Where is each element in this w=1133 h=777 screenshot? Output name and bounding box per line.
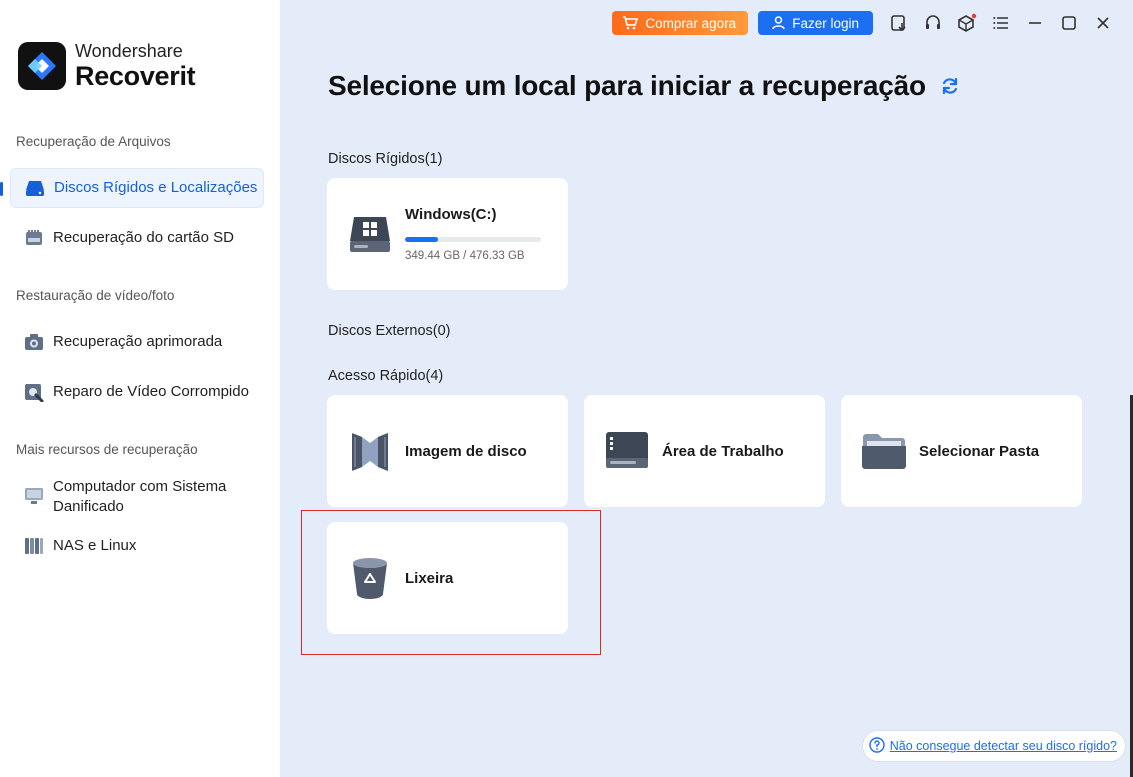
- main-panel: Comprar agora Fazer login Selecione um l…: [280, 0, 1133, 777]
- video-repair-icon: [24, 382, 44, 402]
- title-bar-controls: Comprar agora Fazer login: [612, 11, 1115, 35]
- recoverit-logo-icon: [18, 42, 66, 90]
- folder-icon: [861, 428, 907, 474]
- sd-card-icon: [24, 228, 44, 248]
- disk-image-icon: [347, 428, 393, 474]
- quick-card-recycle-bin[interactable]: Lixeira: [327, 522, 568, 634]
- recycle-bin-icon: [347, 555, 393, 601]
- section-title-more-features: Mais recursos de recuperação: [16, 442, 198, 457]
- sidebar-item-nas-linux[interactable]: NAS e Linux: [10, 526, 264, 566]
- menu-icon[interactable]: [989, 11, 1013, 35]
- desktop-icon: [604, 428, 650, 474]
- download-icon[interactable]: [887, 11, 911, 35]
- login-label: Fazer login: [792, 15, 859, 31]
- quick-card-select-folder[interactable]: Selecionar Pasta: [841, 395, 1082, 507]
- app-logo: Wondershare Recoverit: [18, 41, 196, 91]
- sidebar-item-hard-drives[interactable]: Discos Rígidos e Localizações: [10, 168, 264, 208]
- page-title-text: Selecione um local para iniciar a recupe…: [328, 70, 926, 101]
- section-title-video-photo: Restauração de vídeo/foto: [16, 288, 175, 303]
- sidebar-item-label: Computador com Sistema Danificado: [53, 478, 227, 515]
- quick-card-label: Área de Trabalho: [662, 442, 784, 460]
- sidebar-item-enhanced-recovery[interactable]: Recuperação aprimorada: [10, 322, 264, 362]
- hard-drive-icon: [25, 178, 45, 198]
- sidebar-item-label: Discos Rígidos e Localizações: [54, 179, 258, 196]
- buy-now-label: Comprar agora: [645, 15, 737, 31]
- section-title-file-recovery: Recuperação de Arquivos: [16, 134, 171, 149]
- sidebar-item-video-repair[interactable]: Reparo de Vídeo Corrompido: [10, 372, 264, 412]
- quick-card-desktop[interactable]: Área de Trabalho: [584, 395, 825, 507]
- quick-card-disk-image[interactable]: Imagem de disco: [327, 395, 568, 507]
- windows-drive-icon: [347, 211, 393, 257]
- sidebar: Wondershare Recoverit Recuperação de Arq…: [0, 0, 280, 777]
- active-indicator: [0, 182, 3, 196]
- disk-card-windows-c[interactable]: Windows(C:) 349.44 GB / 476.33 GB: [327, 178, 568, 290]
- group-label-quick-access: Acesso Rápido(4): [328, 368, 444, 384]
- page-title: Selecione um local para iniciar a recupe…: [328, 70, 960, 102]
- sidebar-item-label: Recuperação do cartão SD: [53, 229, 234, 246]
- sidebar-item-label: Reparo de Vídeo Corrompido: [53, 383, 249, 400]
- refresh-icon[interactable]: [940, 76, 960, 96]
- minimize-icon[interactable]: [1023, 11, 1047, 35]
- group-label-external-disks: Discos Externos(0): [328, 323, 451, 339]
- close-icon[interactable]: [1091, 11, 1115, 35]
- help-link-text: Não consegue detectar seu disco rígido?: [889, 739, 1117, 753]
- disk-size: 349.44 GB / 476.33 GB: [405, 250, 525, 262]
- nas-icon: [24, 536, 44, 556]
- sidebar-item-label: NAS e Linux: [53, 537, 137, 554]
- headset-icon[interactable]: [921, 11, 945, 35]
- help-link[interactable]: Não consegue detectar seu disco rígido?: [862, 731, 1125, 761]
- sidebar-item-label: Recuperação aprimorada: [53, 333, 223, 350]
- product-name: Recoverit: [75, 61, 196, 91]
- monitor-icon: [24, 486, 44, 506]
- maximize-icon[interactable]: [1057, 11, 1081, 35]
- disk-usage-fill: [405, 237, 439, 242]
- cube-icon[interactable]: [955, 11, 979, 35]
- login-button[interactable]: Fazer login: [758, 11, 873, 35]
- cart-icon: [622, 16, 639, 30]
- group-label-hard-disks: Discos Rígidos(1): [328, 151, 443, 167]
- disk-name: Windows(C:): [405, 206, 497, 223]
- camera-icon: [24, 332, 44, 352]
- brand-name: Wondershare: [75, 41, 183, 61]
- user-icon: [772, 16, 785, 30]
- quick-card-label: Imagem de disco: [405, 442, 527, 460]
- help-icon: [869, 736, 885, 756]
- sidebar-item-crashed-computer[interactable]: Computador com Sistema Danificado: [10, 476, 264, 518]
- quick-card-label: Selecionar Pasta: [919, 442, 1040, 460]
- sidebar-item-sd-card[interactable]: Recuperação do cartão SD: [10, 218, 264, 258]
- quick-card-label: Lixeira: [405, 569, 454, 587]
- buy-now-button[interactable]: Comprar agora: [612, 11, 749, 35]
- disk-usage-bar: [405, 237, 541, 242]
